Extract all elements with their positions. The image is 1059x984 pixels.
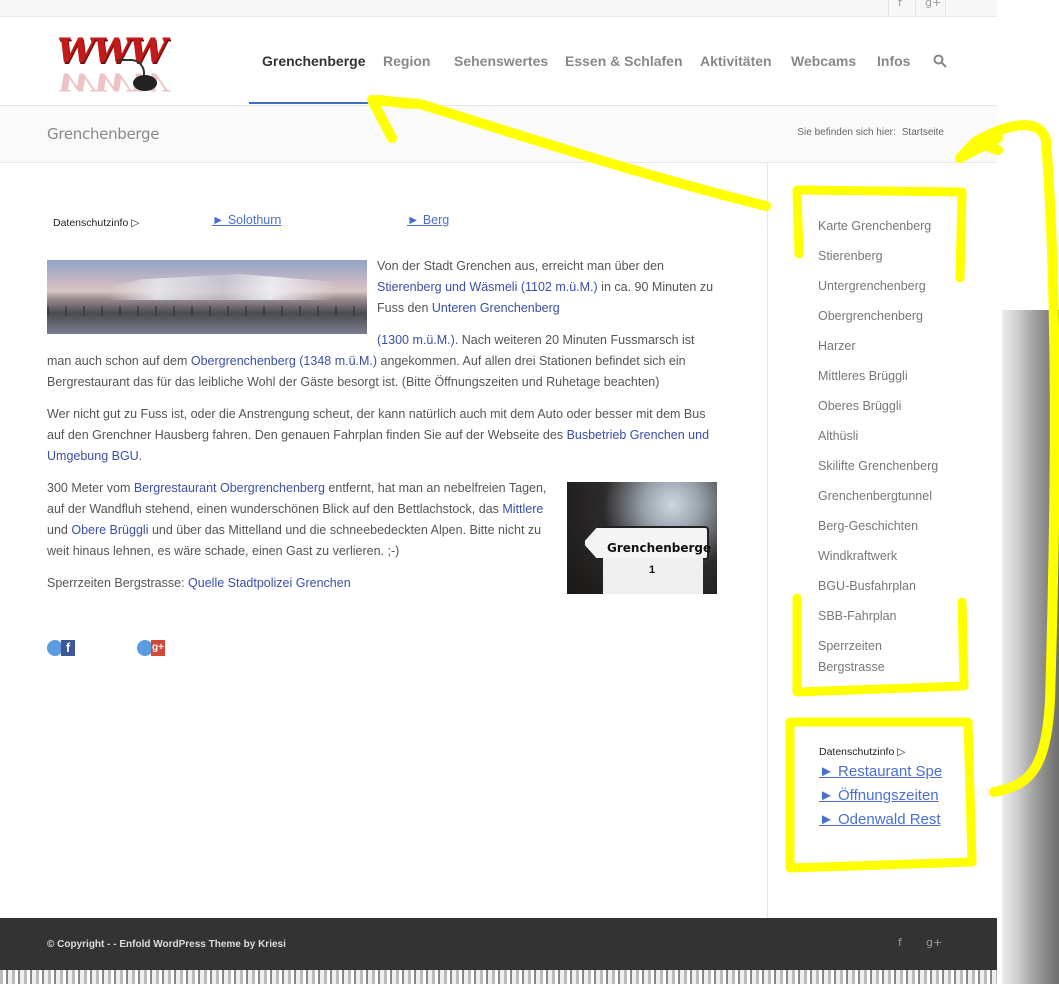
sidebar-item-karte[interactable]: Karte Grenchenberg [818, 219, 931, 233]
paragraph-2: (1300 m.ü.M.). Nach weiteren 20 Minuten … [47, 330, 717, 393]
sidebar-item-oberes-brueggli[interactable]: Oberes Brüggli [818, 399, 901, 413]
hoehe-link[interactable]: (1300 m.ü.M.) [377, 333, 455, 347]
datenschutz-info-link[interactable]: Datenschutzinfo ▷ [53, 217, 139, 229]
sidebar-item-stierenberg[interactable]: Stierenberg [818, 249, 883, 263]
facebook-icon: f [61, 640, 75, 656]
paragraph-3: Wer nicht gut zu Fuss ist, oder die Anst… [47, 404, 717, 467]
sidebar-item-althuesli[interactable]: Althüsli [818, 429, 858, 443]
sidebar-item-harzer[interactable]: Harzer [818, 339, 856, 353]
text: Von der Stadt Grenchen aus, erreicht man… [377, 259, 664, 273]
page-title: Grenchenberge [47, 125, 160, 143]
sign-text: Grenchenberge [607, 541, 712, 555]
paragraph-1: Von der Stadt Grenchen aus, erreicht man… [377, 256, 717, 319]
sidebar-item-windkraftwerk[interactable]: Windkraftwerk [818, 549, 897, 563]
share-googleplus-button[interactable]: g+ [137, 639, 167, 657]
text: . [138, 449, 143, 463]
mittlere-link[interactable]: Mittlere [502, 502, 543, 516]
sidebar: Karte Grenchenberg Stierenberg Untergren… [767, 163, 998, 918]
obere-brueggli-link[interactable]: Obere Brüggli [71, 523, 148, 537]
sidebar-item-sperrzeiten[interactable]: Sperrzeiten [818, 639, 882, 653]
googleplus-icon: g+ [151, 640, 165, 656]
content-top-row: Datenschutzinfo ▷ ► Solothurn ► Berg [53, 212, 449, 234]
nav-item-webcams[interactable]: Webcams [791, 53, 856, 69]
sidebar-item-sbb-fahrplan[interactable]: SBB-Fahrplan [818, 609, 897, 623]
facebook-icon[interactable]: f [898, 936, 902, 949]
copyright-text: © Copyright - - Enfold WordPress Theme b… [47, 939, 286, 950]
site-footer: © Copyright - - Enfold WordPress Theme b… [0, 918, 997, 970]
googleplus-icon[interactable]: g+ [926, 936, 942, 949]
sidebar-item-geschichten[interactable]: Berg-Geschichten [818, 519, 918, 533]
unterer-grenchenberg-link[interactable]: Unteren Grenchenberg [432, 301, 560, 315]
breadcrumb: Sie befinden sich hier: Startseite [797, 127, 944, 138]
nav-item-grenchenberge[interactable]: Grenchenberge [262, 53, 365, 69]
sidebar-item-obergrenchenberg[interactable]: Obergrenchenberg [818, 309, 923, 323]
obergrenchenberg-link[interactable]: Obergrenchenberg (1348 m.ü.M.) [191, 354, 377, 368]
page: f g+ WWW WWW Grenchenberge Region Sehens… [0, 0, 997, 984]
sidebar-item-skilifte[interactable]: Skilifte Grenchenberg [818, 459, 938, 473]
paragraph-4: 300 Meter vom Bergrestaurant Obergrenche… [47, 478, 557, 562]
googleplus-icon[interactable]: g+ [925, 0, 941, 9]
title-bar: Grenchenberge Sie befinden sich hier: Sta… [0, 106, 997, 163]
nav-item-region[interactable]: Region [383, 53, 430, 69]
background-image-bottom [0, 970, 997, 984]
nav-item-essen-schlafen[interactable]: Essen & Schlafen [565, 53, 683, 69]
share-facebook-button[interactable]: f [47, 639, 77, 657]
mouse-icon [133, 75, 157, 91]
paragraph-5: Sperrzeiten Bergstrasse: Quelle Stadtpol… [47, 573, 717, 594]
site-header: WWW WWW Grenchenberge Region Sehenswerte… [0, 17, 997, 106]
breadcrumb-home-link[interactable]: Startseite [902, 127, 944, 138]
odenwald-link[interactable]: ► Odenwald Rest [819, 810, 949, 830]
site-logo[interactable]: WWW WWW [55, 31, 168, 99]
berg-link[interactable]: ► Berg [407, 210, 449, 231]
bergrestaurant-link[interactable]: Bergrestaurant Obergrenchenberg [134, 481, 325, 495]
oeffnungszeiten-link[interactable]: ► Öffnungszeiten [819, 786, 949, 806]
text: und [47, 523, 72, 537]
breadcrumb-prefix: Sie befinden sich hier: [797, 127, 896, 138]
solothurn-link[interactable]: ► Solothurn [212, 210, 281, 231]
text: Sperrzeiten Bergstrasse: [47, 576, 189, 590]
datenschutz-info-link[interactable]: Datenschutzinfo ▷ [819, 746, 949, 758]
active-nav-indicator [249, 102, 370, 104]
text: 300 Meter vom [47, 481, 134, 495]
nav-item-aktivitaeten[interactable]: Aktivitäten [700, 53, 772, 69]
divider [945, 0, 946, 16]
sidebar-widget-links: Datenschutzinfo ▷ ► Restaurant Spe ► Öff… [819, 746, 949, 830]
sidebar-item-bgu-busfahrplan[interactable]: BGU-Busfahrplan [818, 579, 916, 593]
nav-item-infos[interactable]: Infos [877, 53, 910, 69]
logo-text: WWW [57, 31, 168, 71]
search-icon[interactable] [933, 54, 947, 68]
facebook-icon[interactable]: f [898, 0, 902, 9]
sidebar-item-sperrzeiten-line2[interactable]: Bergstrasse [818, 660, 885, 674]
sidebar-item-untergrenchenberg[interactable]: Untergrenchenberg [818, 279, 926, 293]
sidebar-item-tunnel[interactable]: Grenchenbergtunnel [818, 489, 932, 503]
top-bar: f g+ [0, 0, 997, 17]
nav-item-sehenswertes[interactable]: Sehenswertes [454, 53, 548, 69]
background-image-edge [997, 0, 1059, 984]
divider [915, 0, 916, 16]
divider [888, 0, 889, 16]
restaurant-link[interactable]: ► Restaurant Spe [819, 762, 949, 782]
stadtpolizei-link[interactable]: Quelle Stadtpolizei Grenchen [188, 576, 351, 590]
mountain-panorama-image [47, 260, 367, 334]
sidebar-item-mittleres-brueggli[interactable]: Mittleres Brüggli [818, 369, 908, 383]
stierenberg-link[interactable]: Stierenberg und Wäsmeli (1102 m.ü.M.) [377, 280, 598, 294]
